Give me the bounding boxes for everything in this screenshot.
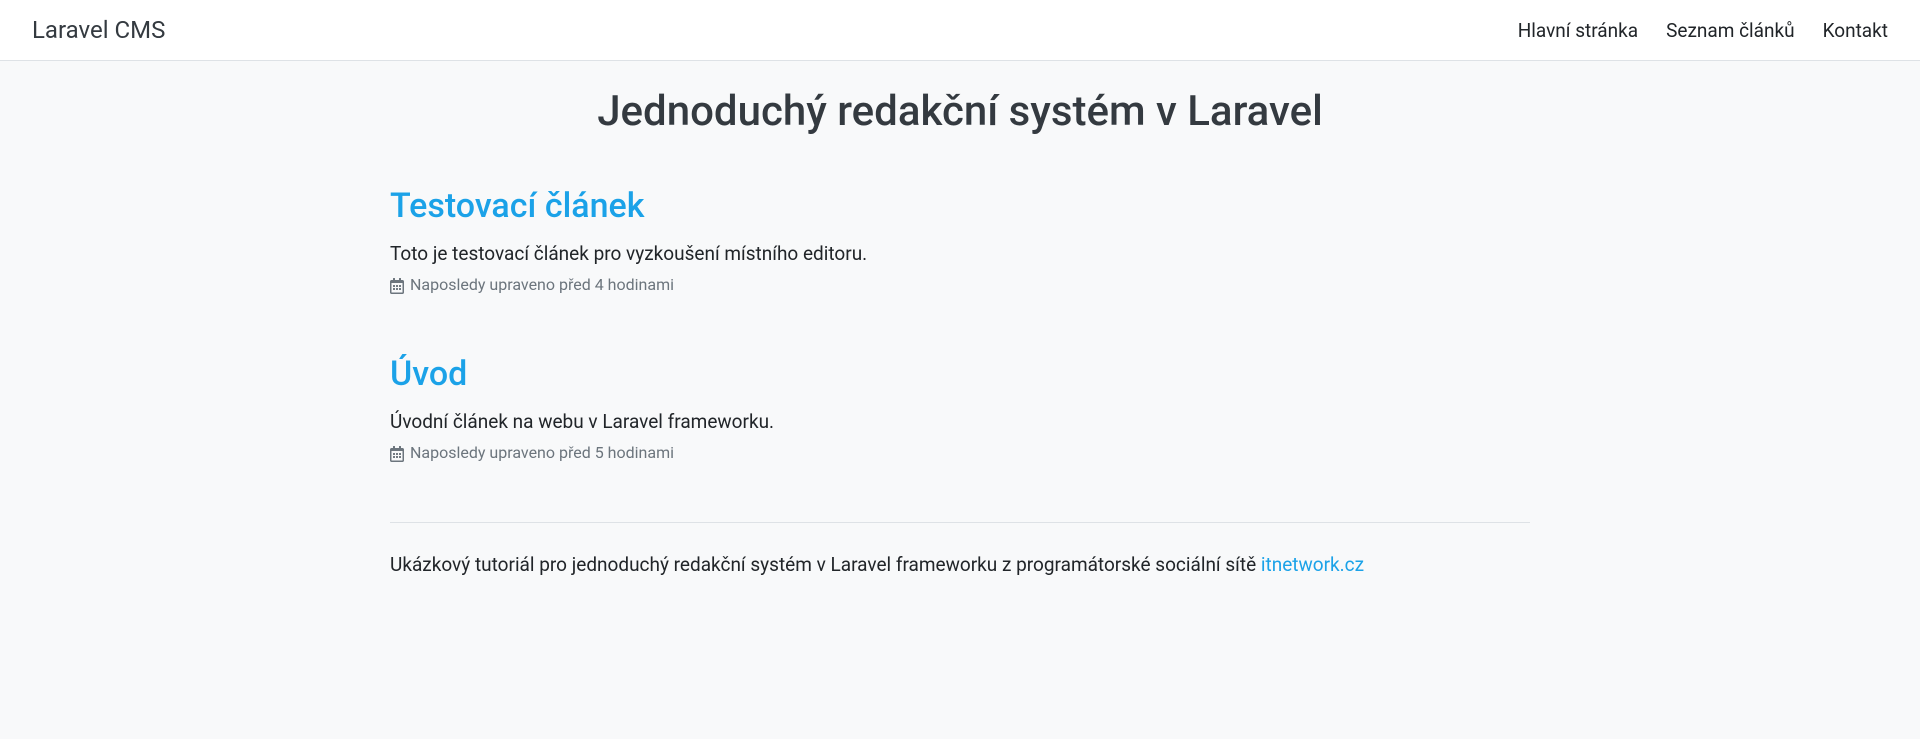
article-title-link[interactable]: Úvod bbox=[390, 354, 467, 394]
article-title-link[interactable]: Testovací článek bbox=[390, 186, 644, 226]
article-meta: Naposledy upraveno před 4 hodinami bbox=[390, 275, 1530, 294]
article-excerpt: Úvodní článek na webu v Laravel framewor… bbox=[390, 410, 1530, 433]
article-meta-text: Naposledy upraveno před 4 hodinami bbox=[410, 275, 674, 294]
page-title: Jednoduchý redakční systém v Laravel bbox=[390, 87, 1530, 136]
navbar: Laravel CMS Hlavní stránka Seznam článků… bbox=[0, 0, 1920, 61]
article-excerpt: Toto je testovací článek pro vyzkoušení … bbox=[390, 242, 1530, 265]
article-meta: Naposledy upraveno před 5 hodinami bbox=[390, 443, 1530, 462]
navbar-brand[interactable]: Laravel CMS bbox=[32, 16, 165, 44]
footer-link[interactable]: itnetwork.cz bbox=[1261, 553, 1364, 576]
nav-link-home[interactable]: Hlavní stránka bbox=[1518, 19, 1638, 42]
nav-link-contact[interactable]: Kontakt bbox=[1823, 19, 1888, 42]
divider bbox=[390, 522, 1530, 523]
article-item: Testovací článek Toto je testovací článe… bbox=[390, 186, 1530, 294]
nav-link-articles[interactable]: Seznam článků bbox=[1666, 19, 1794, 42]
footer-text-content: Ukázkový tutoriál pro jednoduchý redakčn… bbox=[390, 553, 1261, 576]
article-item: Úvod Úvodní článek na webu v Laravel fra… bbox=[390, 354, 1530, 462]
main-container: Jednoduchý redakční systém v Laravel Tes… bbox=[290, 87, 1630, 606]
article-meta-text: Naposledy upraveno před 5 hodinami bbox=[410, 443, 674, 462]
calendar-icon bbox=[390, 278, 404, 292]
footer-text: Ukázkový tutoriál pro jednoduchý redakčn… bbox=[390, 553, 1530, 606]
navbar-nav: Hlavní stránka Seznam článků Kontakt bbox=[1518, 19, 1888, 42]
calendar-icon bbox=[390, 446, 404, 460]
